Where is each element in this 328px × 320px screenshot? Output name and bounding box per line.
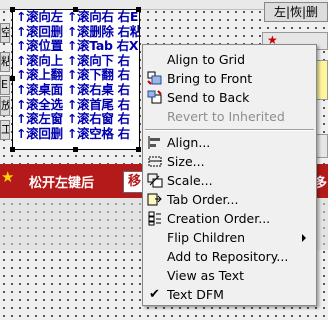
selected-memo[interactable]: ↑滚向左 ↑滚向右 右En ↑滚回删 ↑滚删除 右粘 ↑滚位置 ↑滚Tab 右X…	[12, 9, 140, 150]
menu-item-label: View as Text	[167, 268, 245, 283]
menu-item-align[interactable]: Align...	[143, 133, 316, 152]
selection-handle-left[interactable]	[10, 76, 15, 81]
memo-line: ↑滚桌面 ↑滚右桌 右	[16, 81, 130, 97]
menu-item-label: Scale...	[167, 173, 213, 188]
context-menu: Align to Grid Bring to Front Send to Bac…	[142, 44, 317, 306]
top-right-button[interactable]: 左|恢|删	[264, 2, 328, 22]
menu-item-scale[interactable]: Scale...	[143, 171, 316, 190]
menu-item-label: Size...	[167, 154, 205, 169]
menu-item-label: Align...	[167, 135, 211, 150]
align-icon	[148, 136, 160, 149]
right-component-2[interactable]	[316, 60, 328, 100]
selection-handle-top[interactable]	[73, 7, 78, 12]
menu-item-label: Add to Repository...	[167, 249, 289, 264]
memo-line: ↑滚上翻 ↑滚下翻 右	[16, 67, 130, 83]
memo-line: ↑滚向上 ↑滚向下 右	[16, 52, 130, 68]
menu-item-add-to-repository[interactable]: Add to Repository...	[143, 247, 316, 266]
memo-line: ↑滚全选 ↑滚首尾 右	[16, 96, 130, 112]
menu-item-label: Tab Order...	[167, 192, 239, 207]
left-component-4[interactable]: 放	[0, 96, 10, 116]
memo-line: ↑滚回删 ↑滚删除 右粘	[16, 23, 140, 39]
menu-separator	[145, 129, 314, 131]
menu-item-tab-order[interactable]: Tab Order...	[143, 190, 316, 209]
memo-line: ↑滚向左 ↑滚向右 右En	[16, 9, 140, 24]
menu-item-bring-to-front[interactable]: Bring to Front	[143, 69, 316, 88]
scale-icon	[147, 173, 163, 188]
memo-line: ↑滚回删 ↑滚空格 右	[16, 125, 130, 141]
menu-item-text-dfm[interactable]: ✔ Text DFM	[143, 285, 316, 304]
banner-text: 松开左键后	[29, 176, 95, 191]
selection-handle-bottom[interactable]	[73, 147, 78, 152]
menu-item-label: Align to Grid	[167, 52, 246, 67]
menu-item-align-to-grid[interactable]: Align to Grid	[143, 50, 316, 69]
menu-item-flip-children[interactable]: Flip Children	[143, 228, 316, 247]
tab-order-icon	[147, 193, 162, 206]
left-component-2[interactable]: 粘	[0, 52, 10, 72]
checkmark-icon: ✔	[149, 287, 160, 302]
send-to-back-icon	[147, 90, 162, 104]
selection-handle-bottom-right[interactable]	[136, 147, 141, 152]
creation-order-icon	[148, 211, 161, 226]
memo-line: ↑滚位置 ↑滚Tab 右X	[16, 38, 139, 54]
menu-item-label: Text DFM	[167, 287, 224, 302]
left-component-1[interactable]: 空	[0, 23, 10, 43]
menu-item-label: Revert to Inherited	[167, 109, 285, 124]
banner-star-icon: ★	[1, 168, 15, 186]
menu-item-revert-to-inherited: Revert to Inherited	[143, 107, 316, 126]
selection-handle-bottom-left[interactable]	[10, 147, 15, 152]
selection-handle-top-right[interactable]	[136, 7, 141, 12]
left-component-5[interactable]: 工	[0, 120, 10, 140]
selection-handle-top-left[interactable]	[10, 7, 15, 12]
left-component-3[interactable]: E	[0, 75, 10, 95]
menu-item-send-to-back[interactable]: Send to Back	[143, 88, 316, 107]
size-icon	[148, 156, 162, 167]
bring-to-front-icon	[147, 71, 162, 85]
menu-item-label: Send to Back	[167, 90, 250, 105]
menu-item-label: Flip Children	[167, 230, 246, 245]
right-component-3[interactable]	[316, 134, 328, 158]
menu-item-creation-order[interactable]: Creation Order...	[143, 209, 316, 228]
menu-item-label: Bring to Front	[167, 71, 253, 86]
align-grid-icon	[147, 52, 163, 67]
menu-item-view-as-text[interactable]: View as Text	[143, 266, 316, 285]
menu-item-label: Creation Order...	[167, 211, 271, 226]
menu-item-size[interactable]: Size...	[143, 152, 316, 171]
submenu-arrow-icon	[302, 234, 306, 242]
memo-line: ↑滚左窗 ↑滚右窗 右	[16, 111, 130, 127]
